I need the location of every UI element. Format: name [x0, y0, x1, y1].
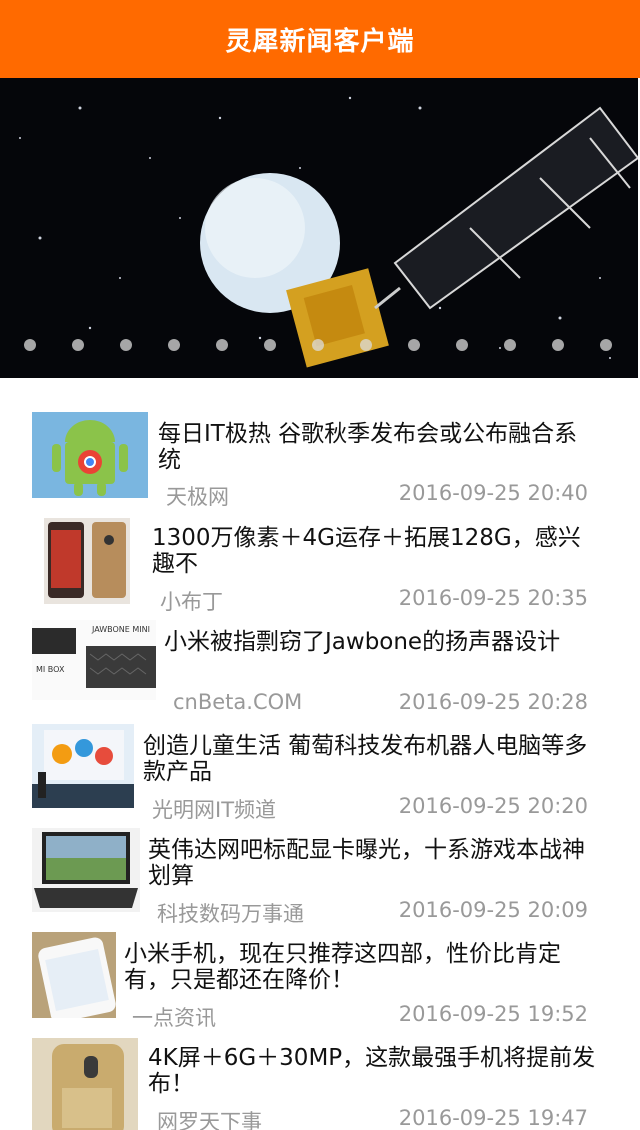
news-title: 1300万像素＋4G运存＋拓展128G，感兴趣不	[152, 525, 581, 577]
news-thumbnail	[32, 932, 116, 1018]
news-title: 小米手机，现在只推荐这四部，性价比肯定有，只是都还在降价！	[124, 941, 561, 993]
news-item[interactable]: 小米手机，现在只推荐这四部，性价比肯定有，只是都还在降价！ 一点资讯 2016-…	[0, 932, 640, 1036]
smartphone-icon	[44, 518, 130, 604]
news-time: 2016-09-25 19:52	[398, 1002, 588, 1026]
speakers-icon: JAWBONE MINI MI BOX	[32, 620, 156, 700]
news-item[interactable]: JAWBONE MINI MI BOX 小米被指剽窃了Jawbone的扬声器设计…	[0, 620, 640, 724]
news-title: 小米被指剽窃了Jawbone的扬声器设计	[164, 629, 561, 655]
news-source: cnBeta.COM	[173, 690, 303, 714]
laptop-icon	[32, 828, 140, 912]
app-header: 灵犀新闻客户端	[0, 0, 640, 78]
stage-presentation-icon	[32, 724, 134, 808]
carousel-dot[interactable]	[408, 339, 420, 351]
news-item[interactable]: 每日IT极热 谷歌秋季发布会或公布融合系统 天极网 2016-09-25 20:…	[0, 412, 640, 516]
carousel-dot[interactable]	[72, 339, 84, 351]
speaker-label-jawbone: JAWBONE MINI	[91, 625, 150, 634]
app-title: 灵犀新闻客户端	[225, 26, 415, 57]
carousel-dot[interactable]	[312, 339, 324, 351]
carousel-dot[interactable]	[168, 339, 180, 351]
speaker-label-mibox: MI BOX	[36, 665, 65, 674]
news-source: 科技数码万事通	[157, 902, 304, 926]
banner-carousel[interactable]	[0, 78, 638, 378]
app-root: 灵犀新闻客户端 每日IT极热 谷歌秋季发布会或公布融合系统 天极网 2016-0…	[0, 0, 640, 1130]
white-phone-icon	[32, 932, 116, 1018]
news-time: 2016-09-25 19:47	[398, 1106, 588, 1130]
news-time: 2016-09-25 20:40	[398, 481, 588, 505]
news-thumbnail	[32, 412, 148, 498]
news-item[interactable]: 英伟达网吧标配显卡曝光，十系游戏本战神划算 科技数码万事通 2016-09-25…	[0, 828, 640, 932]
news-item[interactable]: 4K屏＋6G＋30MP，这款最强手机将提前发布！ 网罗天下事 2016-09-2…	[0, 1036, 640, 1130]
news-thumbnail	[32, 1038, 138, 1130]
carousel-dot[interactable]	[360, 339, 372, 351]
android-chrome-icon	[32, 412, 148, 498]
news-source: 网罗天下事	[157, 1110, 262, 1130]
news-time: 2016-09-25 20:35	[398, 586, 588, 610]
carousel-dot[interactable]	[24, 339, 36, 351]
carousel-dot[interactable]	[504, 339, 516, 351]
news-title: 4K屏＋6G＋30MP，这款最强手机将提前发布！	[148, 1045, 596, 1097]
carousel-dot[interactable]	[120, 339, 132, 351]
news-thumbnail: JAWBONE MINI MI BOX	[32, 620, 156, 700]
news-thumbnail	[32, 828, 140, 912]
carousel-dot[interactable]	[264, 339, 276, 351]
news-item[interactable]: 1300万像素＋4G运存＋拓展128G，感兴趣不 小布丁 2016-09-25 …	[0, 516, 640, 620]
news-source: 小布丁	[160, 590, 223, 614]
carousel-dot[interactable]	[456, 339, 468, 351]
news-time: 2016-09-25 20:09	[398, 898, 588, 922]
news-source: 天极网	[166, 485, 229, 509]
news-thumbnail	[44, 518, 130, 604]
news-time: 2016-09-25 20:20	[398, 794, 588, 818]
carousel-dot[interactable]	[216, 339, 228, 351]
news-list: 每日IT极热 谷歌秋季发布会或公布融合系统 天极网 2016-09-25 20:…	[0, 412, 640, 1130]
news-item[interactable]: 创造儿童生活 葡萄科技发布机器人电脑等多款产品 光明网IT频道 2016-09-…	[0, 724, 640, 828]
satellite-image	[0, 78, 638, 378]
news-source: 一点资讯	[132, 1006, 216, 1030]
news-thumbnail	[32, 724, 134, 808]
gold-phone-icon	[32, 1038, 138, 1130]
news-title: 每日IT极热 谷歌秋季发布会或公布融合系统	[158, 421, 578, 473]
carousel-dot[interactable]	[600, 339, 612, 351]
news-title: 英伟达网吧标配显卡曝光，十系游戏本战神划算	[148, 837, 585, 889]
news-time: 2016-09-25 20:28	[398, 690, 588, 714]
news-title: 创造儿童生活 葡萄科技发布机器人电脑等多款产品	[143, 733, 588, 785]
carousel-dot[interactable]	[552, 339, 564, 351]
news-source: 光明网IT频道	[152, 798, 277, 822]
